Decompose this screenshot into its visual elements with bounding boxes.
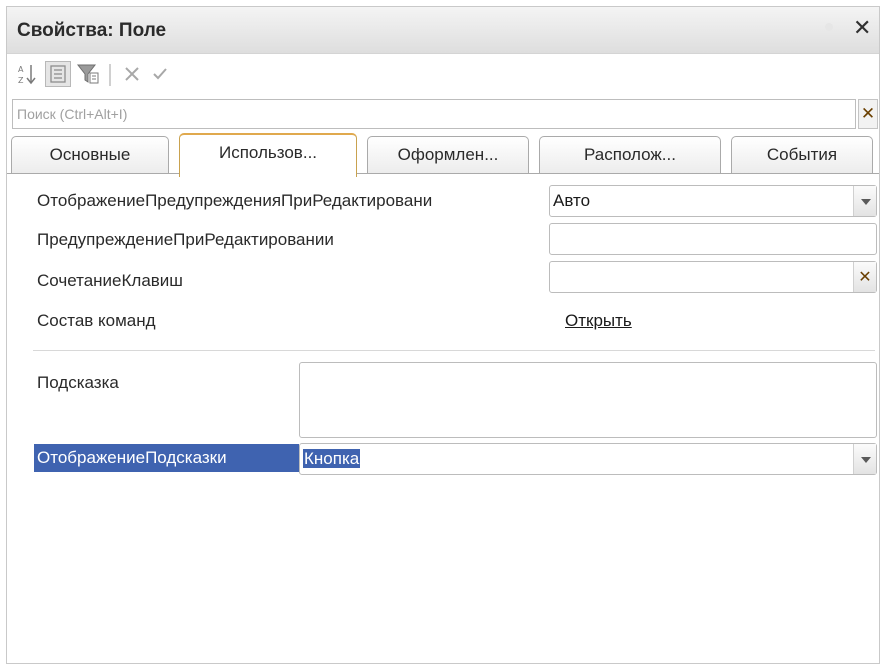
commands-open-link[interactable]: Открыть bbox=[565, 311, 632, 331]
tab-main[interactable]: Основные bbox=[11, 136, 169, 174]
commands-label: Состав команд bbox=[37, 311, 156, 330]
tooltip-textarea[interactable] bbox=[299, 362, 877, 438]
shortcut-field[interactable]: ✕ bbox=[549, 261, 877, 293]
search-input[interactable]: Поиск (Ctrl+Alt+I) bbox=[12, 99, 856, 129]
warning-display-select[interactable]: Авто bbox=[549, 185, 877, 217]
clear-search-button[interactable]: ✕ bbox=[858, 99, 878, 129]
tab-appearance[interactable]: Оформлен... bbox=[367, 136, 529, 174]
warning-text-field[interactable] bbox=[549, 223, 877, 255]
warning-display-label: ОтображениеПредупрежденияПриРедактирован… bbox=[37, 191, 433, 210]
sort-alpha-icon[interactable]: A Z bbox=[15, 61, 41, 87]
tab-strip-border bbox=[7, 173, 879, 174]
tab-usage[interactable]: Использов... bbox=[179, 133, 357, 177]
svg-text:Z: Z bbox=[18, 76, 24, 85]
svg-text:A: A bbox=[18, 65, 24, 74]
tooltip-label: Подсказка bbox=[37, 373, 119, 392]
close-icon[interactable]: ✕ bbox=[853, 16, 871, 41]
title-bar: Свойства: Поле ✕ bbox=[7, 7, 879, 54]
check-icon[interactable] bbox=[147, 61, 173, 87]
toolbar: A Z bbox=[7, 53, 879, 97]
tooltip-display-value: Кнопка bbox=[303, 449, 361, 468]
tooltip-display-label: ОтображениеПодсказки bbox=[37, 448, 227, 467]
warning-text-label: ПредупреждениеПриРедактировании bbox=[37, 230, 334, 249]
divider bbox=[33, 350, 875, 351]
tooltip-display-value-wrap: Кнопка bbox=[303, 449, 361, 469]
tooltip-display-label-selected: ОтображениеПодсказки bbox=[34, 444, 299, 472]
tab-events[interactable]: События bbox=[731, 136, 873, 174]
categories-icon[interactable] bbox=[45, 61, 71, 87]
warning-display-value: Авто bbox=[553, 191, 591, 210]
window-title: Свойства: Поле bbox=[17, 20, 167, 41]
filter-icon[interactable] bbox=[75, 61, 101, 87]
shortcut-label: СочетаниеКлавиш bbox=[37, 271, 183, 290]
chevron-down-icon[interactable] bbox=[853, 186, 876, 216]
tooltip-display-select[interactable]: Кнопка bbox=[299, 443, 877, 475]
toolbar-separator bbox=[109, 64, 111, 86]
chevron-down-icon[interactable] bbox=[853, 444, 876, 474]
pin-icon[interactable] bbox=[825, 23, 833, 31]
search-placeholder: Поиск (Ctrl+Alt+I) bbox=[17, 106, 128, 122]
cancel-icon[interactable] bbox=[119, 61, 145, 87]
properties-window: Свойства: Поле ✕ A Z Поиск (Ctrl+Alt+I) … bbox=[6, 6, 880, 664]
tab-layout[interactable]: Располож... bbox=[539, 136, 721, 174]
clear-icon[interactable]: ✕ bbox=[853, 262, 876, 292]
